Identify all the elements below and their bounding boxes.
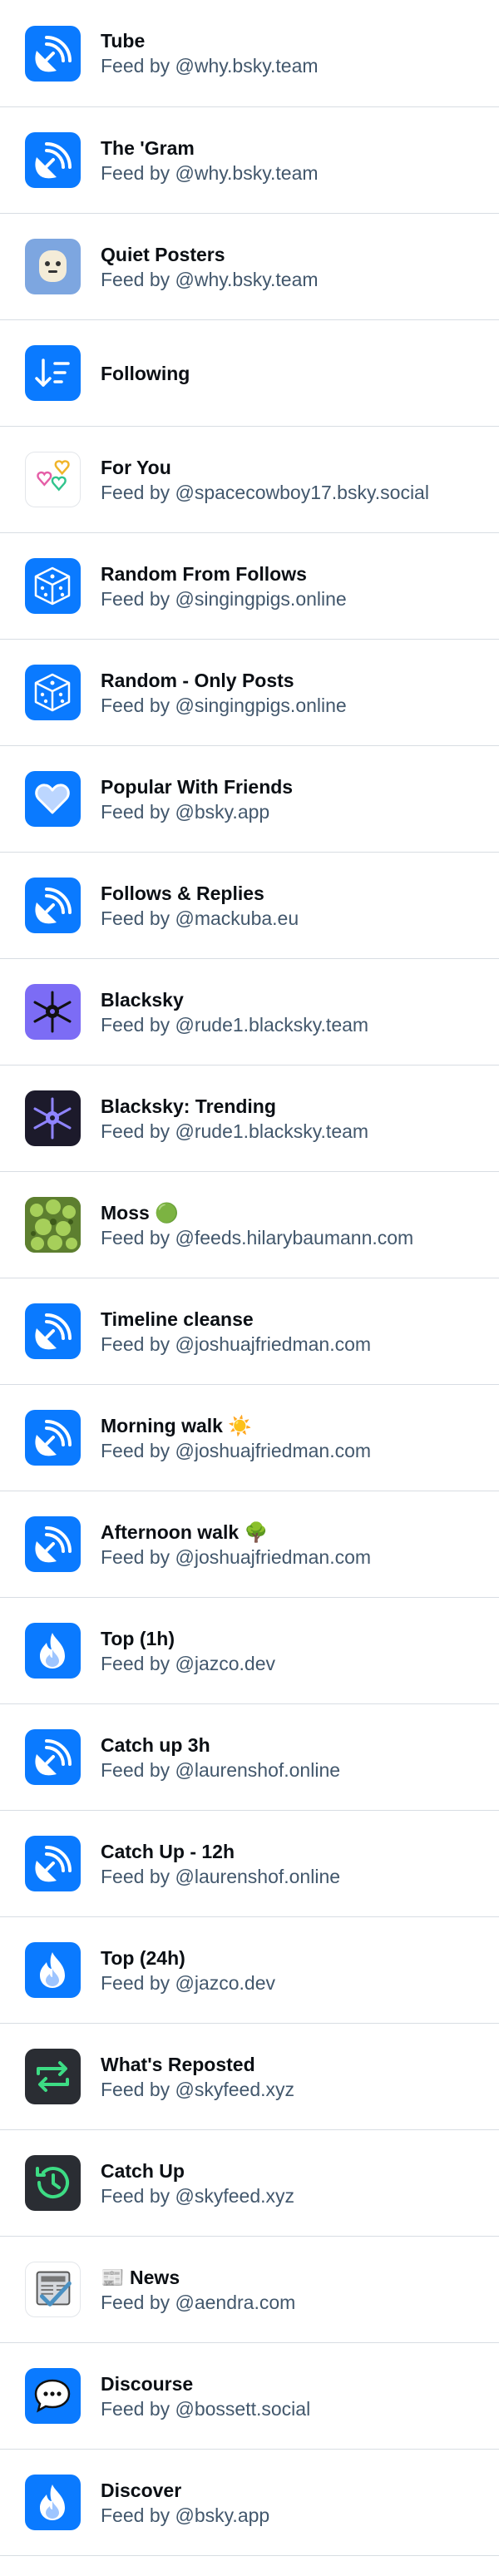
satellite-dish-icon (25, 1303, 81, 1359)
feed-author: Feed by @bossett.social (101, 2397, 311, 2420)
feed-author: Feed by @why.bsky.team (101, 268, 319, 290)
quiet-ghost-icon (25, 239, 81, 294)
feed-row-whats-reposted[interactable]: What's Reposted Feed by @skyfeed.xyz (0, 2024, 499, 2130)
feed-title: The 'Gram (101, 136, 195, 159)
repost-icon (25, 2049, 81, 2104)
feed-row-afternoon-walk[interactable]: Afternoon walk 🌳 Feed by @joshuajfriedma… (0, 1491, 499, 1598)
feed-row-tube[interactable]: Tube Feed by @why.bsky.team (0, 0, 499, 107)
sort-arrows-icon (25, 345, 81, 401)
feed-author: Feed by @joshuajfriedman.com (101, 1439, 372, 1461)
feed-title: Discover (101, 2479, 182, 2501)
feed-title: For You (101, 456, 171, 478)
satellite-dish-icon (25, 1729, 81, 1785)
feed-row-random-from-follows[interactable]: Random From Follows Feed by @singingpigs… (0, 533, 499, 640)
feed-title: Following (101, 362, 190, 384)
feed-row-top-1h[interactable]: Top (1h) Feed by @jazco.dev (0, 1598, 499, 1704)
feed-author: Feed by @skyfeed.xyz (101, 2078, 294, 2100)
feed-row-morning-walk[interactable]: Morning walk ☀️ Feed by @joshuajfriedman… (0, 1385, 499, 1491)
feed-title: Blacksky: Trending (101, 1095, 276, 1117)
moss-icon (25, 1197, 81, 1253)
feed-author: Feed by @laurenshof.online (101, 1758, 341, 1781)
heart-icon (25, 771, 81, 827)
feed-list: Tube Feed by @why.bsky.team The 'Gram Fe… (0, 0, 499, 2556)
feed-title: Catch Up (101, 2159, 185, 2182)
feed-author: Feed by @rude1.blacksky.team (101, 1013, 369, 1036)
feed-author: Feed by @joshuajfriedman.com (101, 1332, 372, 1355)
feed-row-discover[interactable]: Discover Feed by @bsky.app (0, 2450, 499, 2556)
feed-row-following[interactable]: Following (0, 320, 499, 427)
feed-author: Feed by @singingpigs.online (101, 587, 347, 610)
feed-title: Afternoon walk 🌳 (101, 1520, 269, 1543)
dice-icon (25, 558, 81, 614)
feed-author: Feed by @jazco.dev (101, 1652, 276, 1674)
feed-title: Blacksky (101, 988, 184, 1011)
feed-author: Feed by @feeds.hilarybaumann.com (101, 1226, 414, 1248)
feed-row-catch-up[interactable]: Catch Up Feed by @skyfeed.xyz (0, 2130, 499, 2237)
flame-icon (25, 1942, 81, 1998)
feed-title: What's Reposted (101, 2053, 255, 2075)
flame-icon (25, 1623, 81, 1679)
satellite-dish-icon (25, 1516, 81, 1572)
satellite-dish-icon (25, 25, 81, 82)
satellite-dish-icon (25, 1836, 81, 1891)
feed-title: 📰 News (101, 2266, 180, 2288)
feed-row-the-gram[interactable]: The 'Gram Feed by @why.bsky.team (0, 107, 499, 214)
feed-author: Feed by @laurenshof.online (101, 1865, 341, 1887)
feed-title: Moss 🟢 (101, 1201, 179, 1224)
feed-author: Feed by @why.bsky.team (101, 55, 319, 77)
satellite-dish-icon (25, 1410, 81, 1466)
feed-title: Quiet Posters (101, 243, 225, 265)
feed-author: Feed by @skyfeed.xyz (101, 2184, 294, 2207)
blacksky-star-icon (25, 1090, 81, 1146)
feed-title: Random - Only Posts (101, 669, 294, 691)
satellite-dish-icon (25, 132, 81, 188)
feed-author: Feed by @bsky.app (101, 800, 270, 823)
feed-title: Morning walk ☀️ (101, 1414, 252, 1436)
feed-row-blacksky-trending[interactable]: Blacksky: Trending Feed by @rude1.blacks… (0, 1066, 499, 1172)
feed-row-catch-up-3h[interactable]: Catch up 3h Feed by @laurenshof.online (0, 1704, 499, 1811)
feed-row-for-you[interactable]: For You Feed by @spacecowboy17.bsky.soci… (0, 427, 499, 533)
flame-icon (25, 2475, 81, 2530)
feed-author: Feed by @rude1.blacksky.team (101, 1120, 369, 1142)
feed-author: Feed by @why.bsky.team (101, 161, 319, 184)
feed-author: Feed by @singingpigs.online (101, 694, 347, 716)
speech-bubble-icon (25, 2368, 81, 2424)
feed-row-timeline-cleanse[interactable]: Timeline cleanse Feed by @joshuajfriedma… (0, 1278, 499, 1385)
feed-title: Top (24h) (101, 1946, 185, 1969)
feed-title: Catch up 3h (101, 1733, 210, 1756)
feed-row-catch-up-12h[interactable]: Catch Up - 12h Feed by @laurenshof.onlin… (0, 1811, 499, 1917)
feed-title: Popular With Friends (101, 775, 294, 798)
feed-title: Tube (101, 30, 146, 52)
history-clock-icon (25, 2155, 81, 2211)
feed-title: Catch Up - 12h (101, 1840, 235, 1862)
feed-title: Timeline cleanse (101, 1308, 254, 1330)
hearts-icon (25, 452, 81, 507)
feed-author: Feed by @jazco.dev (101, 1971, 276, 1994)
feed-row-random-only-posts[interactable]: Random - Only Posts Feed by @singingpigs… (0, 640, 499, 746)
feed-row-follows-replies[interactable]: Follows & Replies Feed by @mackuba.eu (0, 853, 499, 959)
dice-icon (25, 665, 81, 720)
feed-row-quiet-posters[interactable]: Quiet Posters Feed by @why.bsky.team (0, 214, 499, 320)
feed-row-news[interactable]: 📰 News Feed by @aendra.com (0, 2237, 499, 2343)
feed-title: Follows & Replies (101, 882, 264, 904)
feed-row-blacksky[interactable]: Blacksky Feed by @rude1.blacksky.team (0, 959, 499, 1066)
feed-author: Feed by @joshuajfriedman.com (101, 1545, 372, 1568)
feed-title: Discourse (101, 2372, 194, 2395)
feed-row-popular-with-friends[interactable]: Popular With Friends Feed by @bsky.app (0, 746, 499, 853)
blacksky-star-icon (25, 984, 81, 1040)
feed-row-moss[interactable]: Moss 🟢 Feed by @feeds.hilarybaumann.com (0, 1172, 499, 1278)
feed-author: Feed by @mackuba.eu (101, 907, 299, 929)
feed-title: Top (1h) (101, 1627, 175, 1649)
satellite-dish-icon (25, 878, 81, 933)
newspaper-check-icon (25, 2262, 81, 2317)
feed-author: Feed by @aendra.com (101, 2291, 296, 2313)
feed-row-discourse[interactable]: Discourse Feed by @bossett.social (0, 2343, 499, 2450)
feed-author: Feed by @bsky.app (101, 2504, 270, 2526)
feed-title: Random From Follows (101, 562, 307, 585)
feed-row-top-24h[interactable]: Top (24h) Feed by @jazco.dev (0, 1917, 499, 2024)
feed-author: Feed by @spacecowboy17.bsky.social (101, 481, 429, 503)
